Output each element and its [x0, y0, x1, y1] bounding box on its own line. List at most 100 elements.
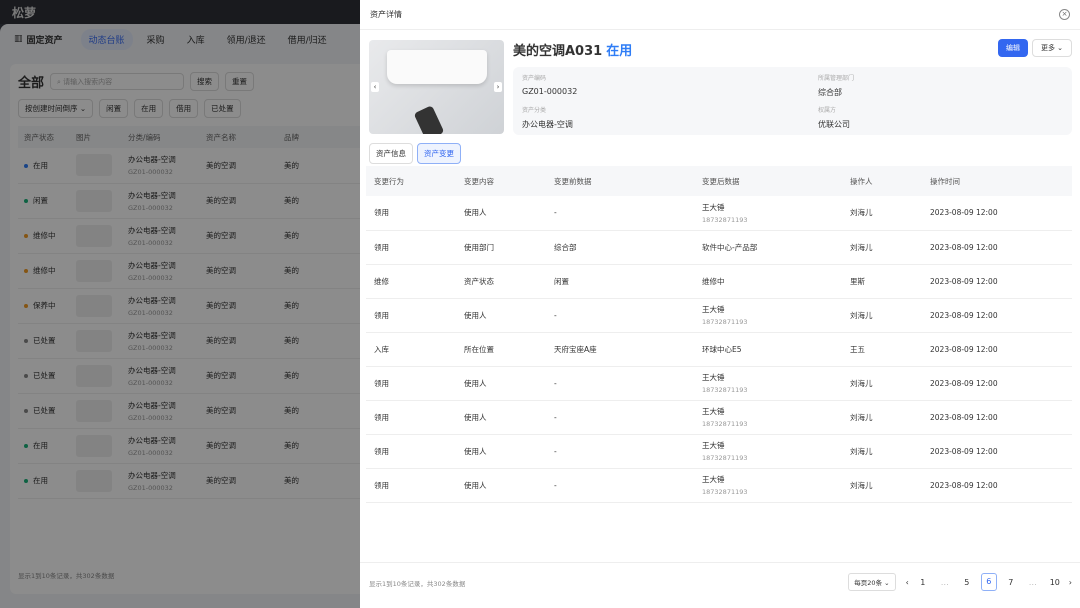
drawer-title: 资产详情	[370, 10, 402, 19]
page-number[interactable]: 7	[1003, 578, 1019, 587]
table-row: 领用 使用人 - 王大锤 18732871193 刘海儿 2023-08-09 1…	[366, 400, 1072, 435]
after-phone: 18732871193	[702, 318, 748, 326]
more-dropdown[interactable]: 更多 ⌄	[1032, 39, 1072, 57]
after-value: 维修中	[702, 276, 725, 286]
after-cell: 软件中心-产品部	[694, 230, 842, 265]
after-value: 王大锤	[702, 202, 725, 212]
asset-detail-drawer: 资产详情 × ‹ › 美的空调A031 在用 编辑 更多 ⌄ 资产编码 GZ01-00…	[360, 0, 1080, 608]
column-header: 变更内容	[456, 166, 546, 196]
after-cell: 维修中	[694, 264, 842, 299]
time-cell: 2023-08-09 12:00	[922, 400, 1072, 435]
asset-title: 美的空调A031 在用	[513, 40, 632, 59]
column-header: 变更前数据	[546, 166, 694, 196]
after-value: 环球中心E5	[702, 344, 742, 354]
tab-asset-info[interactable]: 资产信息	[369, 143, 413, 164]
operator-cell: 里斯	[842, 264, 922, 299]
before-cell: 天府宝座A座	[546, 332, 694, 367]
page-size-label: 每页20条	[854, 579, 883, 587]
column-header: 变更行为	[366, 166, 456, 196]
after-value: 软件中心-产品部	[702, 242, 758, 252]
time-cell: 2023-08-09 12:00	[922, 196, 1072, 231]
table-row: 领用 使用部门 综合部 软件中心-产品部 刘海儿 2023-08-09 12:0…	[366, 230, 1072, 265]
operator-cell: 刘海儿	[842, 230, 922, 265]
before-cell: -	[546, 434, 694, 469]
close-icon[interactable]: ×	[1059, 9, 1070, 20]
after-cell: 王大锤 18732871193	[694, 400, 842, 435]
field-value: 综合部	[818, 88, 842, 97]
column-header: 操作人	[842, 166, 922, 196]
before-cell: -	[546, 468, 694, 503]
content-cell: 使用人	[456, 400, 546, 435]
content-cell: 使用人	[456, 196, 546, 231]
operator-cell: 刘海儿	[842, 400, 922, 435]
field-value: 办公电器-空调	[522, 120, 573, 129]
prev-page-icon[interactable]: ‹	[906, 578, 909, 587]
page-size-select[interactable]: 每页20条 ⌄	[848, 573, 896, 591]
page-ellipsis: …	[1028, 577, 1037, 587]
pagination-bar: 显示1到10条记录，共302条数据 每页20条 ⌄ ‹ 1 … 5 6 7 … 10 ›	[360, 562, 1080, 608]
operator-cell: 刘海儿	[842, 298, 922, 333]
after-value: 王大锤	[702, 407, 725, 416]
air-conditioner-graphic	[387, 50, 487, 84]
content-cell: 所在位置	[456, 332, 546, 367]
before-cell: 闲置	[546, 264, 694, 299]
before-cell: -	[546, 400, 694, 435]
after-cell: 王大锤 18732871193	[694, 468, 842, 503]
asset-name: 美的空调A031	[513, 44, 603, 59]
tab-asset-changes[interactable]: 资产变更	[417, 143, 461, 164]
field-label: 权属方	[818, 107, 837, 114]
action-cell: 领用	[366, 298, 456, 333]
content-cell: 使用部门	[456, 230, 546, 265]
change-history-table: 变更行为 变更内容 变更前数据 变更后数据 操作人 操作时间 领用 使用人 - …	[366, 166, 1072, 503]
operator-cell: 刘海儿	[842, 434, 922, 469]
content-cell: 使用人	[456, 468, 546, 503]
content-cell: 使用人	[456, 298, 546, 333]
before-cell: -	[546, 196, 694, 231]
page-number[interactable]: 6	[980, 573, 997, 591]
field-label: 资产编码	[522, 75, 547, 82]
page-number[interactable]: 10	[1047, 578, 1063, 587]
time-cell: 2023-08-09 12:00	[922, 230, 1072, 265]
after-phone: 18732871193	[702, 454, 748, 462]
after-cell: 王大锤 18732871193	[694, 434, 842, 469]
before-cell: -	[546, 298, 694, 333]
before-cell: 综合部	[546, 230, 694, 265]
after-phone: 18732871193	[702, 215, 748, 224]
page-number[interactable]: 1	[915, 578, 931, 587]
operator-cell: 刘海儿	[842, 196, 922, 231]
next-page-icon[interactable]: ›	[1069, 578, 1072, 587]
after-phone: 18732871193	[702, 386, 748, 394]
content-cell: 使用人	[456, 366, 546, 401]
action-cell: 领用	[366, 400, 456, 435]
after-cell: 环球中心E5	[694, 332, 842, 367]
field-value: 优联公司	[818, 120, 850, 129]
content-cell: 资产状态	[456, 264, 546, 299]
after-cell: 王大锤 18732871193	[694, 196, 842, 231]
table-row: 领用 使用人 - 王大锤 18732871193 刘海儿 2023-08-09 1…	[366, 196, 1072, 231]
asset-image: ‹ ›	[369, 40, 504, 134]
action-cell: 领用	[366, 434, 456, 469]
time-cell: 2023-08-09 12:00	[922, 264, 1072, 299]
action-cell: 领用	[366, 468, 456, 503]
before-cell: -	[546, 366, 694, 401]
asset-status: 在用	[606, 44, 633, 59]
after-value: 王大锤	[702, 441, 725, 450]
table-row: 领用 使用人 - 王大锤 18732871193 刘海儿 2023-08-09 1…	[366, 298, 1072, 333]
asset-info-panel: 资产编码 GZ01-000032 所属管理部门 综合部 资产分类 办公电器-空调 权属…	[513, 67, 1072, 135]
page-ellipsis: …	[940, 577, 949, 587]
operator-cell: 刘海儿	[842, 366, 922, 401]
operator-cell: 王五	[842, 332, 922, 367]
more-label: 更多	[1040, 44, 1055, 52]
chevron-left-icon[interactable]: ‹	[371, 82, 379, 92]
edit-button[interactable]: 编辑	[998, 39, 1028, 57]
table-row: 入库 所在位置 天府宝座A座 环球中心E5 王五 2023-08-09 12:0…	[366, 332, 1072, 367]
field-label: 所属管理部门	[818, 75, 855, 82]
action-cell: 领用	[366, 196, 456, 231]
after-value: 王大锤	[702, 373, 725, 382]
after-phone: 18732871193	[702, 420, 748, 428]
field-label: 资产分类	[522, 107, 547, 114]
time-cell: 2023-08-09 12:00	[922, 468, 1072, 503]
after-cell: 王大锤 18732871193	[694, 366, 842, 401]
page-number[interactable]: 5	[959, 578, 975, 587]
chevron-right-icon[interactable]: ›	[494, 82, 502, 92]
